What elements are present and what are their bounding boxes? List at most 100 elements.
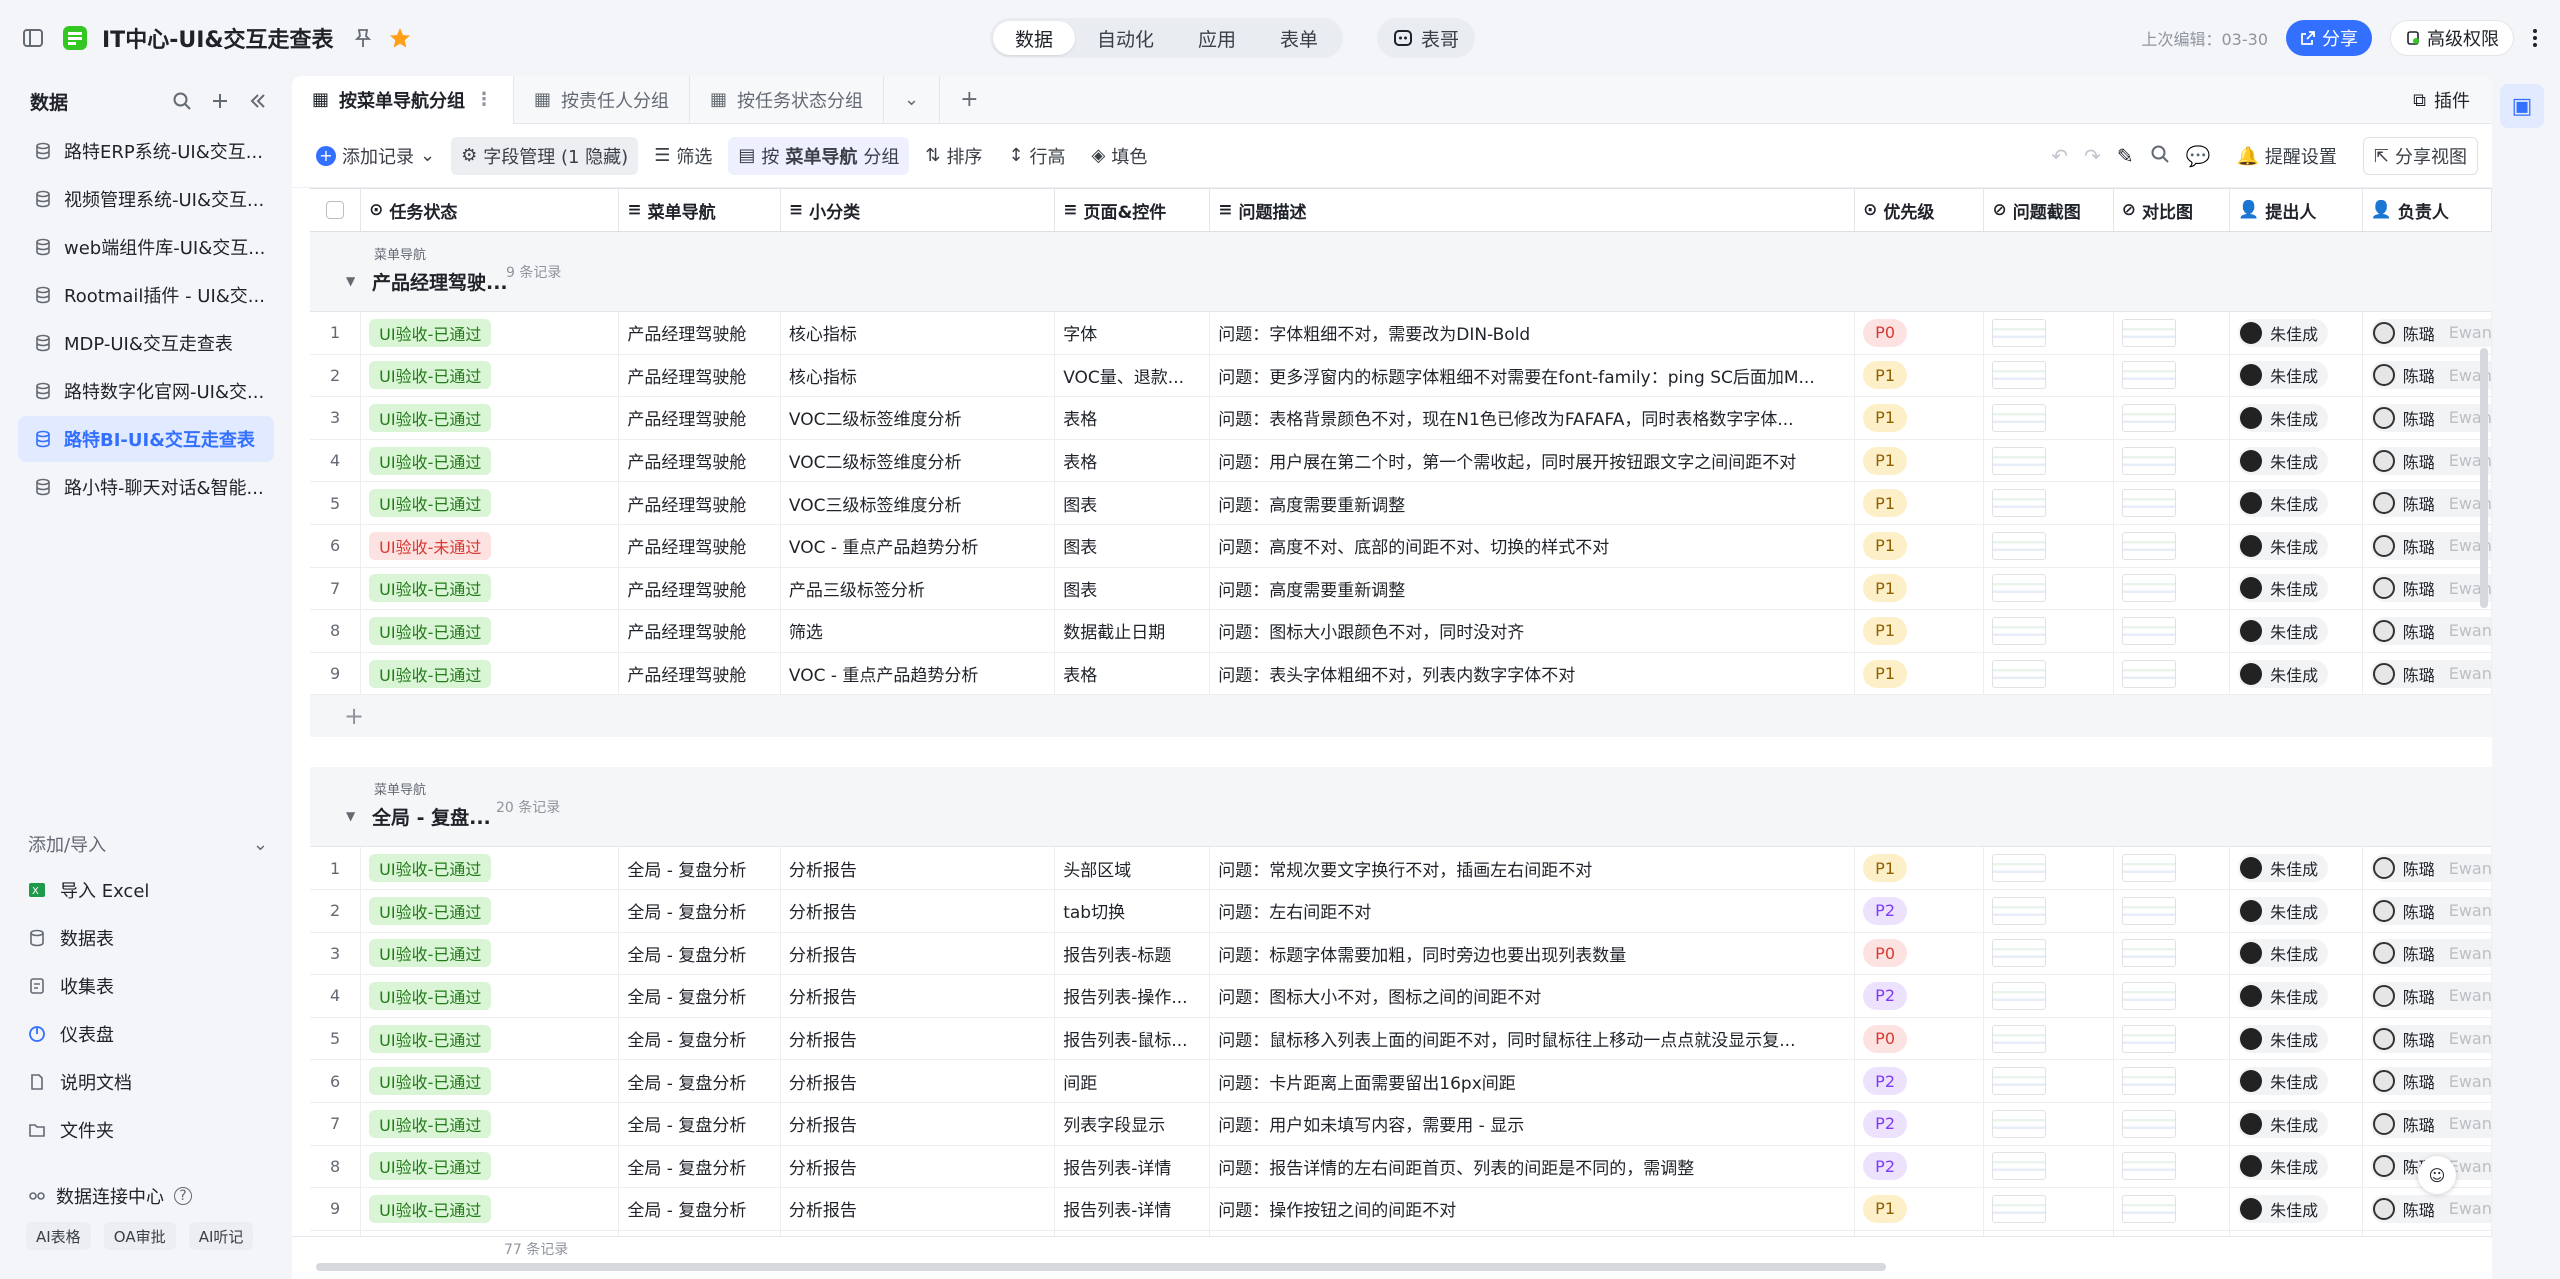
priority-cell[interactable]: P0: [1855, 932, 1985, 975]
cell-subcategory[interactable]: 分析报告: [781, 1188, 1056, 1230]
owner-cell[interactable]: 陈璐Ewan-l: [2363, 889, 2492, 932]
table-row[interactable]: 3 UI验收-已通过 产品经理驾驶舱 VOC二级标签维度分析 表格 问题：表格背景颜色不对…: [310, 397, 2492, 440]
help-icon[interactable]: ?: [174, 1187, 192, 1205]
screenshot-cell[interactable]: [1984, 652, 2114, 695]
cell-description[interactable]: 问题：更多浮窗内的标题字体粗细不对需要在font-family：ping SC后…: [1210, 354, 1856, 397]
image-thumbnail[interactable]: [2121, 1109, 2176, 1138]
column-header[interactable]: ≡ 问题描述: [1210, 189, 1856, 231]
cell-page-control[interactable]: 图表: [1055, 482, 1211, 524]
cell-description[interactable]: 问题：鼠标移入列表上面的间距不对，同时鼠标往上移动一点点就没显示复...: [1210, 1017, 1856, 1060]
image-thumbnail[interactable]: [2121, 939, 2176, 968]
cell-subcategory[interactable]: VOC - 重点产品趋势分析: [781, 524, 1056, 567]
image-thumbnail[interactable]: [1992, 1067, 2047, 1096]
sidebar-item-website[interactable]: 路特数字化官网-UI&交...: [18, 368, 274, 414]
caret-down-icon[interactable]: ▼: [346, 809, 355, 823]
image-thumbnail[interactable]: [1992, 489, 2047, 518]
cell-description[interactable]: 问题：常规次要文字换行不对，插画左右间距不对: [1210, 847, 1856, 889]
chip-ai-listen[interactable]: AI听记: [188, 1222, 254, 1250]
submitter-cell[interactable]: 朱佳成: [2230, 1188, 2363, 1230]
compare-cell[interactable]: [2114, 1017, 2231, 1060]
status-cell[interactable]: UI验收-已通过: [361, 439, 620, 482]
add-import-header[interactable]: 添加/导入 ⌄: [0, 822, 292, 866]
group-button[interactable]: ▤ 按菜单导航 分组: [728, 136, 910, 175]
chip-ai-table[interactable]: AI表格: [26, 1222, 91, 1250]
table-row[interactable]: 4 UI验收-已通过 产品经理驾驶舱 VOC二级标签维度分析 表格 问题：用户展在第二个时…: [310, 439, 2492, 483]
status-cell[interactable]: UI验收-已通过: [361, 1060, 620, 1102]
row-height-button[interactable]: ↕ 行高: [998, 137, 1075, 175]
status-cell[interactable]: UI验收-已通过: [361, 354, 620, 397]
compare-cell[interactable]: [2114, 524, 2231, 567]
edit-icon[interactable]: ✎: [2117, 144, 2134, 168]
priority-cell[interactable]: P1: [1855, 482, 1985, 524]
status-cell[interactable]: UI验收-已通过: [361, 482, 620, 524]
new-folder-item[interactable]: 文件夹: [0, 1106, 292, 1154]
column-header[interactable]: ⊘ 问题截图: [1984, 189, 2114, 231]
redo-icon[interactable]: ↷: [2084, 144, 2101, 168]
add-view-button[interactable]: +: [940, 76, 998, 124]
screenshot-cell[interactable]: [1984, 1017, 2114, 1060]
priority-cell[interactable]: P0: [1855, 1017, 1985, 1060]
cell-menu[interactable]: 产品经理驾驶舱: [619, 524, 781, 567]
cell-subcategory[interactable]: VOC二级标签维度分析: [781, 397, 1056, 439]
status-cell[interactable]: UI验收-已通过: [361, 1188, 620, 1230]
select-all-checkbox[interactable]: [310, 189, 362, 231]
cell-menu[interactable]: 全局 - 复盘分析: [619, 847, 781, 889]
priority-cell[interactable]: P1: [1855, 439, 1985, 482]
cell-subcategory[interactable]: 分析报告: [781, 975, 1056, 1017]
submitter-cell[interactable]: 朱佳成: [2230, 847, 2363, 889]
image-thumbnail[interactable]: [2121, 896, 2176, 925]
cell-description[interactable]: 问题：左右间距不对: [1210, 889, 1856, 932]
image-thumbnail[interactable]: [2121, 981, 2176, 1010]
table-row[interactable]: 4 UI验收-已通过 全局 - 复盘分析 分析报告 报告列表-操作... 问题：图标大小不…: [310, 975, 2492, 1018]
horizontal-scrollbar[interactable]: [316, 1263, 1886, 1271]
cell-subcategory[interactable]: 产品三级标签分析: [781, 567, 1056, 610]
column-header[interactable]: ≡ 页面&控件: [1055, 189, 1211, 231]
screenshot-cell[interactable]: [1984, 1188, 2114, 1230]
submitter-cell[interactable]: 朱佳成: [2230, 1017, 2363, 1060]
cell-subcategory[interactable]: 分析报告: [781, 889, 1056, 932]
owner-cell[interactable]: 陈璐Ewan-l: [2363, 312, 2492, 354]
add-record-button[interactable]: + 添加记录 ⌄: [306, 137, 445, 175]
submitter-cell[interactable]: 朱佳成: [2230, 439, 2363, 482]
image-thumbnail[interactable]: [2121, 1152, 2176, 1181]
add-icon[interactable]: [210, 91, 230, 111]
image-thumbnail[interactable]: [1992, 318, 2047, 347]
image-thumbnail[interactable]: [2121, 489, 2176, 518]
cell-menu[interactable]: 全局 - 复盘分析: [619, 1145, 781, 1188]
status-cell[interactable]: UI验收-已通过: [361, 847, 620, 889]
submitter-cell[interactable]: 朱佳成: [2230, 482, 2363, 524]
cell-menu[interactable]: 全局 - 复盘分析: [619, 1017, 781, 1060]
owner-cell[interactable]: 陈璐Ewan-l: [2363, 397, 2492, 439]
table-row[interactable]: 2 UI验收-已通过 全局 - 复盘分析 分析报告 tab切换 问题：左右间距不对 P2 朱佳…: [310, 889, 2492, 933]
cell-menu[interactable]: 产品经理驾驶舱: [619, 397, 781, 439]
cell-menu[interactable]: 产品经理驾驶舱: [619, 567, 781, 610]
cell-menu[interactable]: 全局 - 复盘分析: [619, 1060, 781, 1102]
cell-description[interactable]: 问题：图标大小不对，图标之间的间距不对: [1210, 975, 1856, 1017]
cell-menu[interactable]: 全局 - 复盘分析: [619, 1188, 781, 1230]
priority-cell[interactable]: P1: [1855, 397, 1985, 439]
add-row-button[interactable]: +: [310, 695, 2492, 738]
cell-menu[interactable]: 产品经理驾驶舱: [619, 312, 781, 354]
column-header[interactable]: ⊙ 优先级: [1855, 189, 1985, 231]
screenshot-cell[interactable]: [1984, 397, 2114, 439]
compare-cell[interactable]: [2114, 439, 2231, 482]
screenshot-cell[interactable]: [1984, 567, 2114, 610]
chip-oa[interactable]: OA审批: [103, 1222, 176, 1250]
view-tab-menu-group[interactable]: ▦ 按菜单导航分组 ⋮: [292, 76, 515, 124]
compare-cell[interactable]: [2114, 610, 2231, 652]
image-thumbnail[interactable]: [1992, 659, 2047, 688]
cell-page-control[interactable]: 报告列表-鼠标...: [1055, 1017, 1211, 1060]
priority-cell[interactable]: P1: [1855, 610, 1985, 652]
group-header[interactable]: 菜单导航 ▼ 全局 - 复盘... 20 条记录: [310, 767, 2492, 848]
image-thumbnail[interactable]: [2121, 531, 2176, 560]
submitter-cell[interactable]: 朱佳成: [2230, 354, 2363, 397]
view-tab-owner-group[interactable]: ▦ 按责任人分组: [514, 76, 691, 124]
column-header[interactable]: ⊙ 任务状态: [361, 189, 620, 231]
column-header[interactable]: 👤 提出人: [2230, 189, 2363, 231]
search-icon[interactable]: [172, 91, 192, 111]
status-cell[interactable]: UI验收-已通过: [361, 1017, 620, 1060]
cell-subcategory[interactable]: 分析报告: [781, 932, 1056, 975]
tab-forms[interactable]: 表单: [1258, 21, 1340, 55]
sidebar-item-mdp[interactable]: MDP-UI&交互走查表: [18, 320, 274, 366]
priority-cell[interactable]: P1: [1855, 354, 1985, 397]
